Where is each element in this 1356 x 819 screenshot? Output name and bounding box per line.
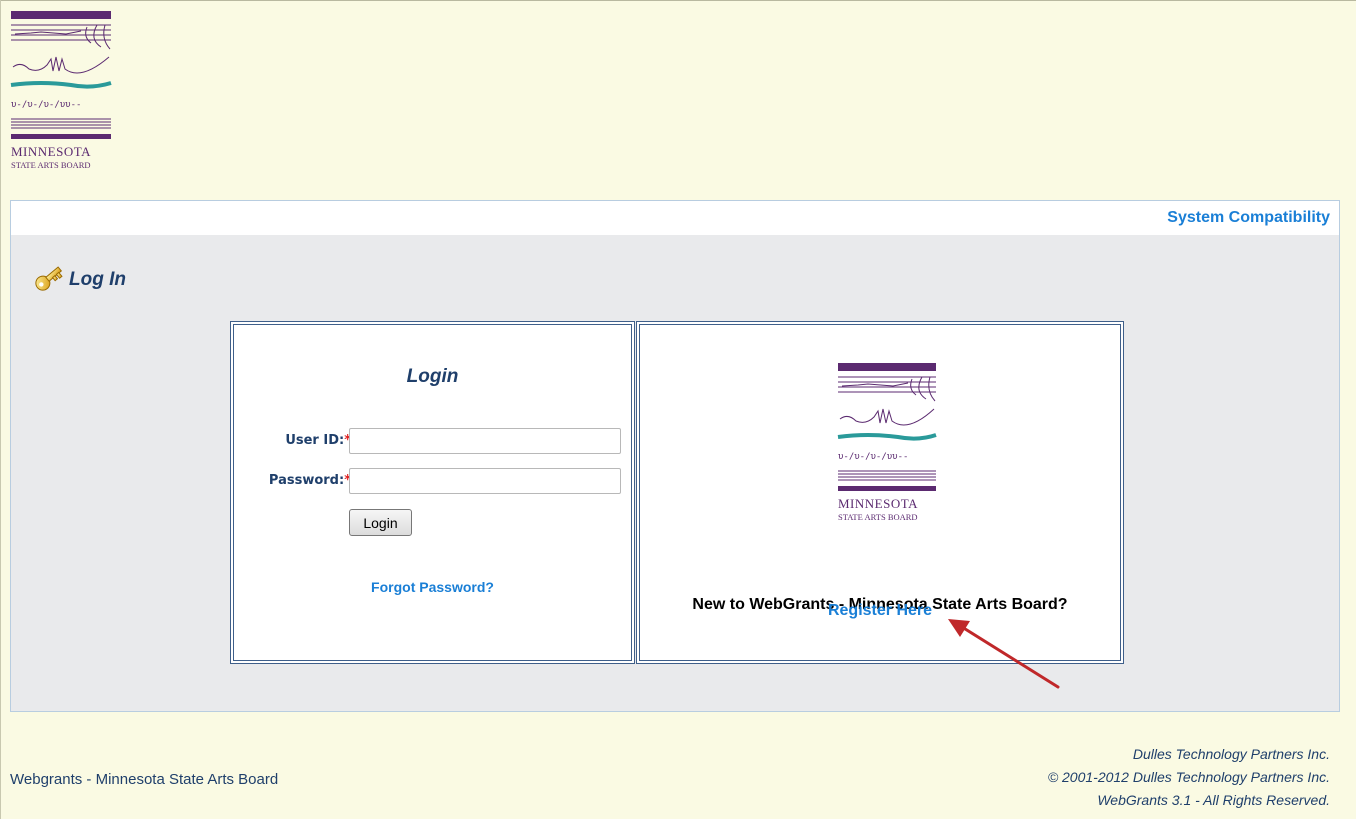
register-box: υ-/υ-/υ-/υυ-- MINNESOTA STATE ARTS BOARD… — [636, 321, 1124, 664]
login-button[interactable]: Login — [349, 509, 412, 536]
logo-graphic: υ-/υ-/υ-/υυ-- — [837, 376, 937, 481]
nav-strip: System Compatibility — [10, 200, 1340, 236]
password-label: Password:* — [268, 473, 351, 488]
logo-text-state-arts-board: STATE ARTS BOARD — [11, 160, 91, 170]
login-box: Login User ID:* Password:* Login Forgot … — [230, 321, 635, 664]
footer-credits: Dulles Technology Partners Inc. © 2001-2… — [1048, 743, 1330, 812]
system-compatibility-link[interactable]: System Compatibility — [1167, 209, 1330, 227]
top-border — [0, 0, 1356, 1]
logo-text-minnesota: MINNESOTA — [11, 144, 92, 159]
register-logo: υ-/υ-/υ-/υυ-- MINNESOTA STATE ARTS BOARD — [837, 363, 937, 523]
annotation-arrow — [948, 619, 1060, 689]
login-title: Login — [406, 366, 459, 387]
logo-text-state-arts-board: STATE ARTS BOARD — [838, 512, 918, 522]
logo-text-minnesota: MINNESOTA — [838, 496, 919, 511]
footer-company: Dulles Technology Partners Inc. — [1132, 746, 1330, 762]
logo-graphic: υ-/υ-/υ-/υυ-- — [10, 24, 112, 129]
user-id-input[interactable] — [349, 428, 621, 454]
header-logo: υ-/υ-/υ-/υυ-- MINNESOTA STATE ARTS BOARD — [10, 11, 112, 171]
user-id-label: User ID:* — [285, 433, 351, 448]
left-border — [0, 0, 1, 819]
footer-app-name: Webgrants - Minnesota State Arts Board — [10, 771, 279, 788]
key-icon — [35, 266, 63, 291]
page-title: Log In — [69, 269, 126, 290]
forgot-password-link[interactable]: Forgot Password? — [231, 579, 634, 595]
svg-text:υ-/υ-/υ-/υυ--: υ-/υ-/υ-/υυ-- — [838, 452, 908, 462]
svg-text:υ-/υ-/υ-/υυ--: υ-/υ-/υ-/υυ-- — [11, 100, 81, 110]
footer-rights: WebGrants 3.1 - All Rights Reserved. — [1097, 792, 1330, 808]
main-panel: Log In Login User ID:* Password:* Login … — [10, 235, 1340, 712]
footer-copyright: © 2001-2012 Dulles Technology Partners I… — [1047, 769, 1330, 785]
password-input[interactable] — [349, 468, 621, 494]
